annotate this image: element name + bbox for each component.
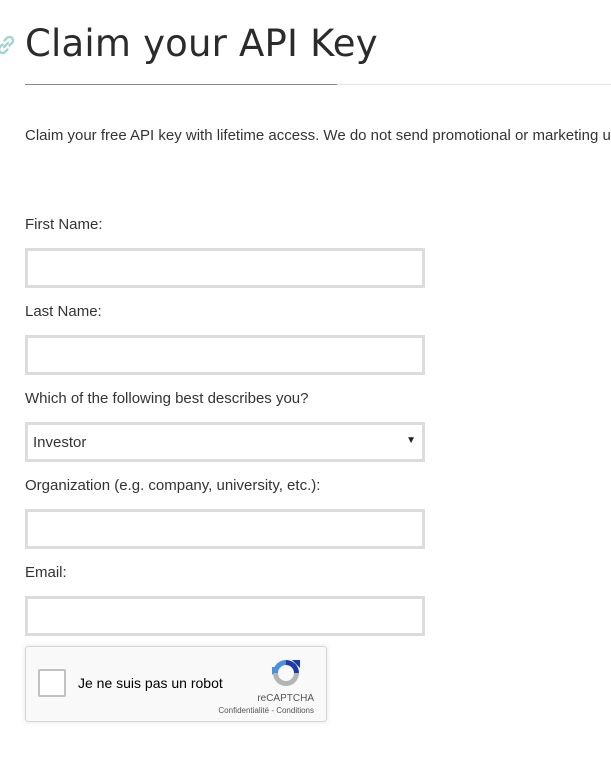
describes-you-selected-value: Investor — [33, 434, 87, 451]
organization-label: Organization (e.g. company, university, … — [25, 477, 321, 494]
last-name-input[interactable] — [25, 335, 425, 375]
recaptcha-widget: Je ne suis pas un robot reCAPTCHA Confid… — [25, 646, 327, 722]
link-icon[interactable] — [0, 33, 18, 57]
organization-input[interactable] — [25, 509, 425, 549]
title-divider-extension — [337, 84, 611, 85]
page: Claim your API Key Claim your free API k… — [0, 0, 611, 759]
recaptcha-label: Je ne suis pas un robot — [78, 675, 223, 691]
recaptcha-privacy-terms-links[interactable]: Confidentialité - Conditions — [218, 706, 314, 715]
email-label: Email: — [25, 564, 67, 581]
recaptcha-logo-icon — [272, 660, 300, 686]
intro-text: Claim your free API key with lifetime ac… — [25, 127, 611, 144]
describes-you-label: Which of the following best describes yo… — [25, 390, 309, 407]
page-title: Claim your API Key — [25, 22, 378, 65]
caret-down-icon: ▼ — [406, 435, 416, 446]
recaptcha-checkbox[interactable] — [38, 669, 66, 697]
last-name-label: Last Name: — [25, 303, 102, 320]
recaptcha-brand: reCAPTCHA — [257, 693, 314, 704]
email-input[interactable] — [25, 596, 425, 636]
title-divider — [25, 84, 337, 85]
first-name-label: First Name: — [25, 216, 103, 233]
describes-you-select[interactable]: Investor ▼ — [25, 422, 425, 462]
first-name-input[interactable] — [25, 248, 425, 288]
